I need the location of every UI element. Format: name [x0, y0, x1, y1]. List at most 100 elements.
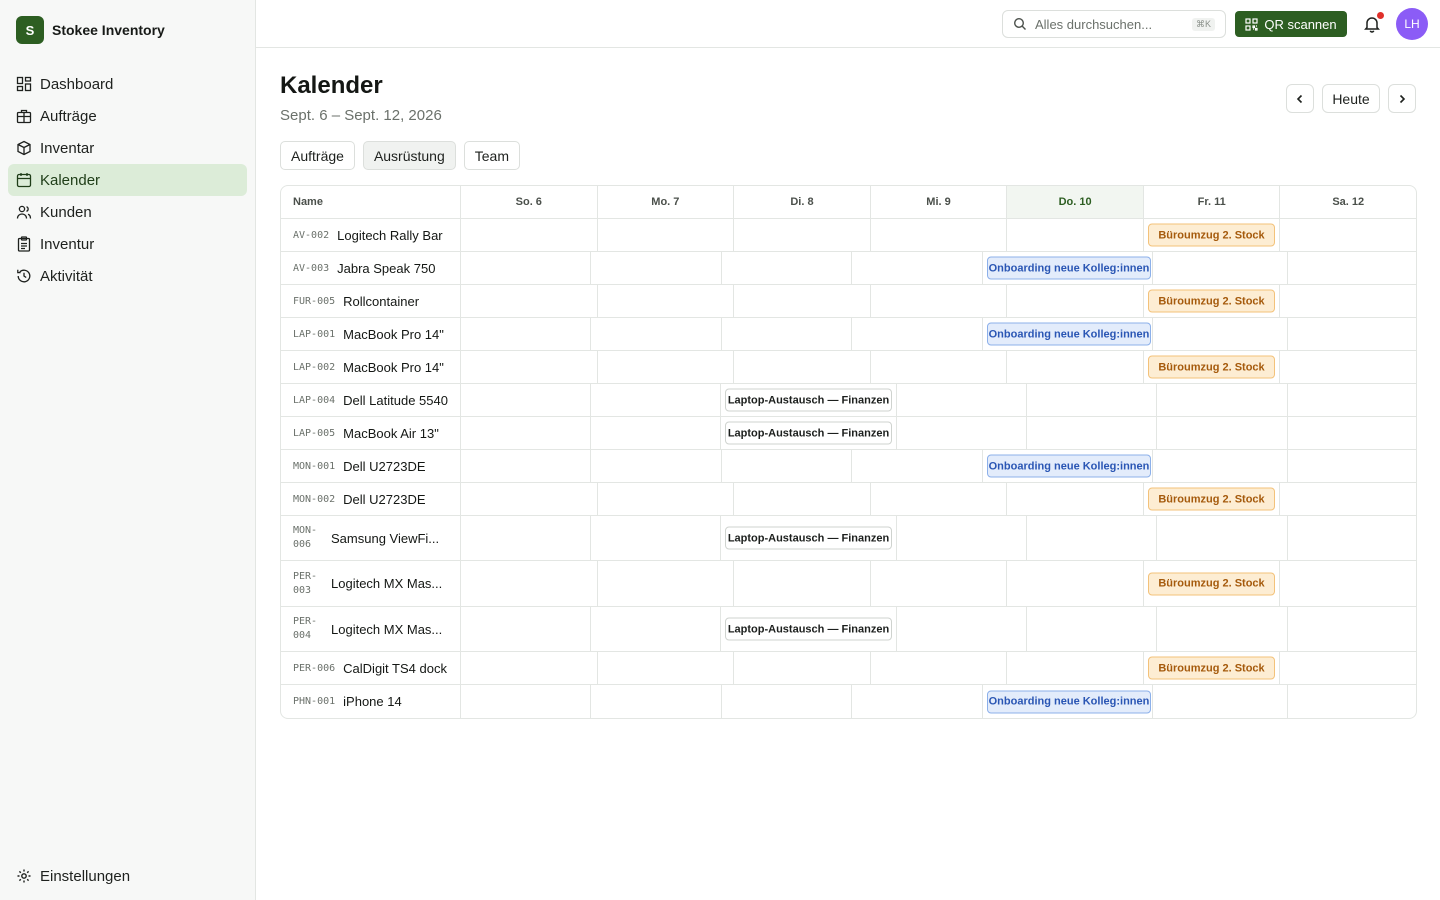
qr-scan-button[interactable]: QR scannen [1235, 11, 1347, 37]
day-cell[interactable] [852, 450, 983, 482]
tab-team[interactable]: Team [463, 141, 520, 170]
equipment-name-cell[interactable]: LAP-005 MacBook Air 13" [281, 417, 461, 449]
sidebar-item-settings[interactable]: Einstellungen [8, 860, 247, 892]
day-cell[interactable] [871, 351, 1007, 383]
day-cell[interactable] [871, 561, 1007, 606]
day-cell[interactable] [1027, 417, 1157, 449]
day-cell[interactable] [461, 483, 598, 515]
day-cell[interactable] [461, 652, 598, 684]
day-cell[interactable] [734, 351, 871, 383]
day-cell[interactable] [461, 450, 591, 482]
day-cell[interactable] [1288, 417, 1416, 449]
day-cell[interactable] [598, 351, 734, 383]
day-cell[interactable] [1007, 219, 1144, 251]
day-cell[interactable] [722, 450, 852, 482]
day-cell[interactable] [1280, 285, 1416, 317]
day-cell[interactable] [591, 607, 721, 651]
day-cell[interactable] [897, 384, 1027, 416]
day-cell[interactable] [461, 516, 591, 560]
day-cell[interactable] [591, 417, 721, 449]
day-cell[interactable] [598, 483, 734, 515]
tab-ausrstung[interactable]: Ausrüstung [362, 141, 456, 170]
day-cell[interactable] [598, 652, 734, 684]
equipment-name-cell[interactable]: FUR-005 Rollcontainer [281, 285, 461, 317]
day-cell[interactable] [734, 219, 871, 251]
day-cell[interactable] [734, 561, 871, 606]
day-cell[interactable] [591, 384, 721, 416]
day-cell[interactable] [1288, 516, 1416, 560]
day-cell[interactable] [1280, 561, 1416, 606]
day-cell[interactable] [1157, 384, 1288, 416]
day-cell[interactable] [598, 285, 734, 317]
sidebar-item-inventar[interactable]: Inventar [8, 132, 247, 164]
day-cell[interactable] [1153, 252, 1288, 284]
day-cell[interactable] [1157, 417, 1288, 449]
calendar-event[interactable]: Büroumzug 2. Stock [1148, 487, 1275, 511]
day-cell[interactable] [1027, 384, 1157, 416]
day-cell[interactable] [1280, 219, 1416, 251]
day-cell[interactable] [852, 318, 983, 350]
sidebar-item-inventur[interactable]: Inventur [8, 228, 247, 260]
calendar-event[interactable]: Laptop-Austausch — Finanzen [725, 526, 892, 550]
calendar-event[interactable]: Onboarding neue Kolleg:innen [987, 322, 1151, 346]
sidebar-item-aktivitt[interactable]: Aktivität [8, 260, 247, 292]
day-cell[interactable] [1007, 652, 1144, 684]
day-cell[interactable] [1288, 685, 1416, 718]
day-cell[interactable] [1288, 450, 1416, 482]
day-cell[interactable] [1153, 685, 1288, 718]
sidebar-item-auftrge[interactable]: Aufträge [8, 100, 247, 132]
calendar-event[interactable]: Laptop-Austausch — Finanzen [725, 421, 892, 445]
equipment-name-cell[interactable]: PER-006 CalDigit TS4 dock [281, 652, 461, 684]
day-cell[interactable] [591, 450, 722, 482]
calendar-event[interactable]: Onboarding neue Kolleg:innen [987, 256, 1151, 280]
equipment-name-cell[interactable]: LAP-001 MacBook Pro 14" [281, 318, 461, 350]
day-cell[interactable] [1153, 318, 1288, 350]
day-cell[interactable] [598, 561, 734, 606]
day-cell[interactable] [1007, 561, 1144, 606]
equipment-name-cell[interactable]: MON-002 Dell U2723DE [281, 483, 461, 515]
day-cell[interactable] [1027, 607, 1157, 651]
calendar-event[interactable]: Laptop-Austausch — Finanzen [725, 617, 892, 641]
day-cell[interactable] [461, 384, 591, 416]
calendar-event[interactable]: Büroumzug 2. Stock [1148, 572, 1275, 595]
today-button[interactable]: Heute [1322, 84, 1380, 113]
day-cell[interactable] [591, 318, 722, 350]
day-cell[interactable] [1157, 607, 1288, 651]
equipment-name-cell[interactable]: LAP-002 MacBook Pro 14" [281, 351, 461, 383]
day-cell[interactable] [461, 351, 598, 383]
prev-week-button[interactable] [1286, 84, 1314, 113]
avatar[interactable]: LH [1396, 8, 1428, 40]
day-cell[interactable] [734, 285, 871, 317]
day-cell[interactable] [722, 252, 852, 284]
day-cell[interactable] [1027, 516, 1157, 560]
equipment-name-cell[interactable]: PER-003 Logitech MX Mas... [281, 561, 461, 606]
day-cell[interactable] [598, 219, 734, 251]
calendar-event[interactable]: Onboarding neue Kolleg:innen [987, 454, 1151, 478]
day-cell[interactable] [1280, 652, 1416, 684]
day-cell[interactable] [897, 516, 1027, 560]
day-cell[interactable] [1153, 450, 1288, 482]
search-input[interactable]: Alles durchsuchen... ⌘K [1002, 10, 1226, 38]
day-cell[interactable] [1280, 351, 1416, 383]
day-cell[interactable] [897, 417, 1027, 449]
calendar-event[interactable]: Onboarding neue Kolleg:innen [987, 690, 1151, 713]
day-cell[interactable] [871, 652, 1007, 684]
calendar-event[interactable]: Laptop-Austausch — Finanzen [725, 388, 892, 412]
day-cell[interactable] [1288, 607, 1416, 651]
equipment-name-cell[interactable]: MON-006 Samsung ViewFi... [281, 516, 461, 560]
day-cell[interactable] [461, 252, 591, 284]
day-cell[interactable] [461, 285, 598, 317]
day-cell[interactable] [1288, 318, 1416, 350]
calendar-event[interactable]: Büroumzug 2. Stock [1148, 355, 1275, 379]
day-cell[interactable] [1288, 252, 1416, 284]
equipment-name-cell[interactable]: AV-002 Logitech Rally Bar [281, 219, 461, 251]
calendar-event[interactable]: Büroumzug 2. Stock [1148, 223, 1275, 247]
equipment-name-cell[interactable]: MON-001 Dell U2723DE [281, 450, 461, 482]
tab-auftrge[interactable]: Aufträge [280, 141, 355, 170]
day-cell[interactable] [871, 483, 1007, 515]
brand[interactable]: S Stokee Inventory [16, 16, 165, 44]
day-cell[interactable] [1007, 483, 1144, 515]
day-cell[interactable] [1280, 483, 1416, 515]
day-cell[interactable] [1157, 516, 1288, 560]
equipment-name-cell[interactable]: LAP-004 Dell Latitude 5540 [281, 384, 461, 416]
